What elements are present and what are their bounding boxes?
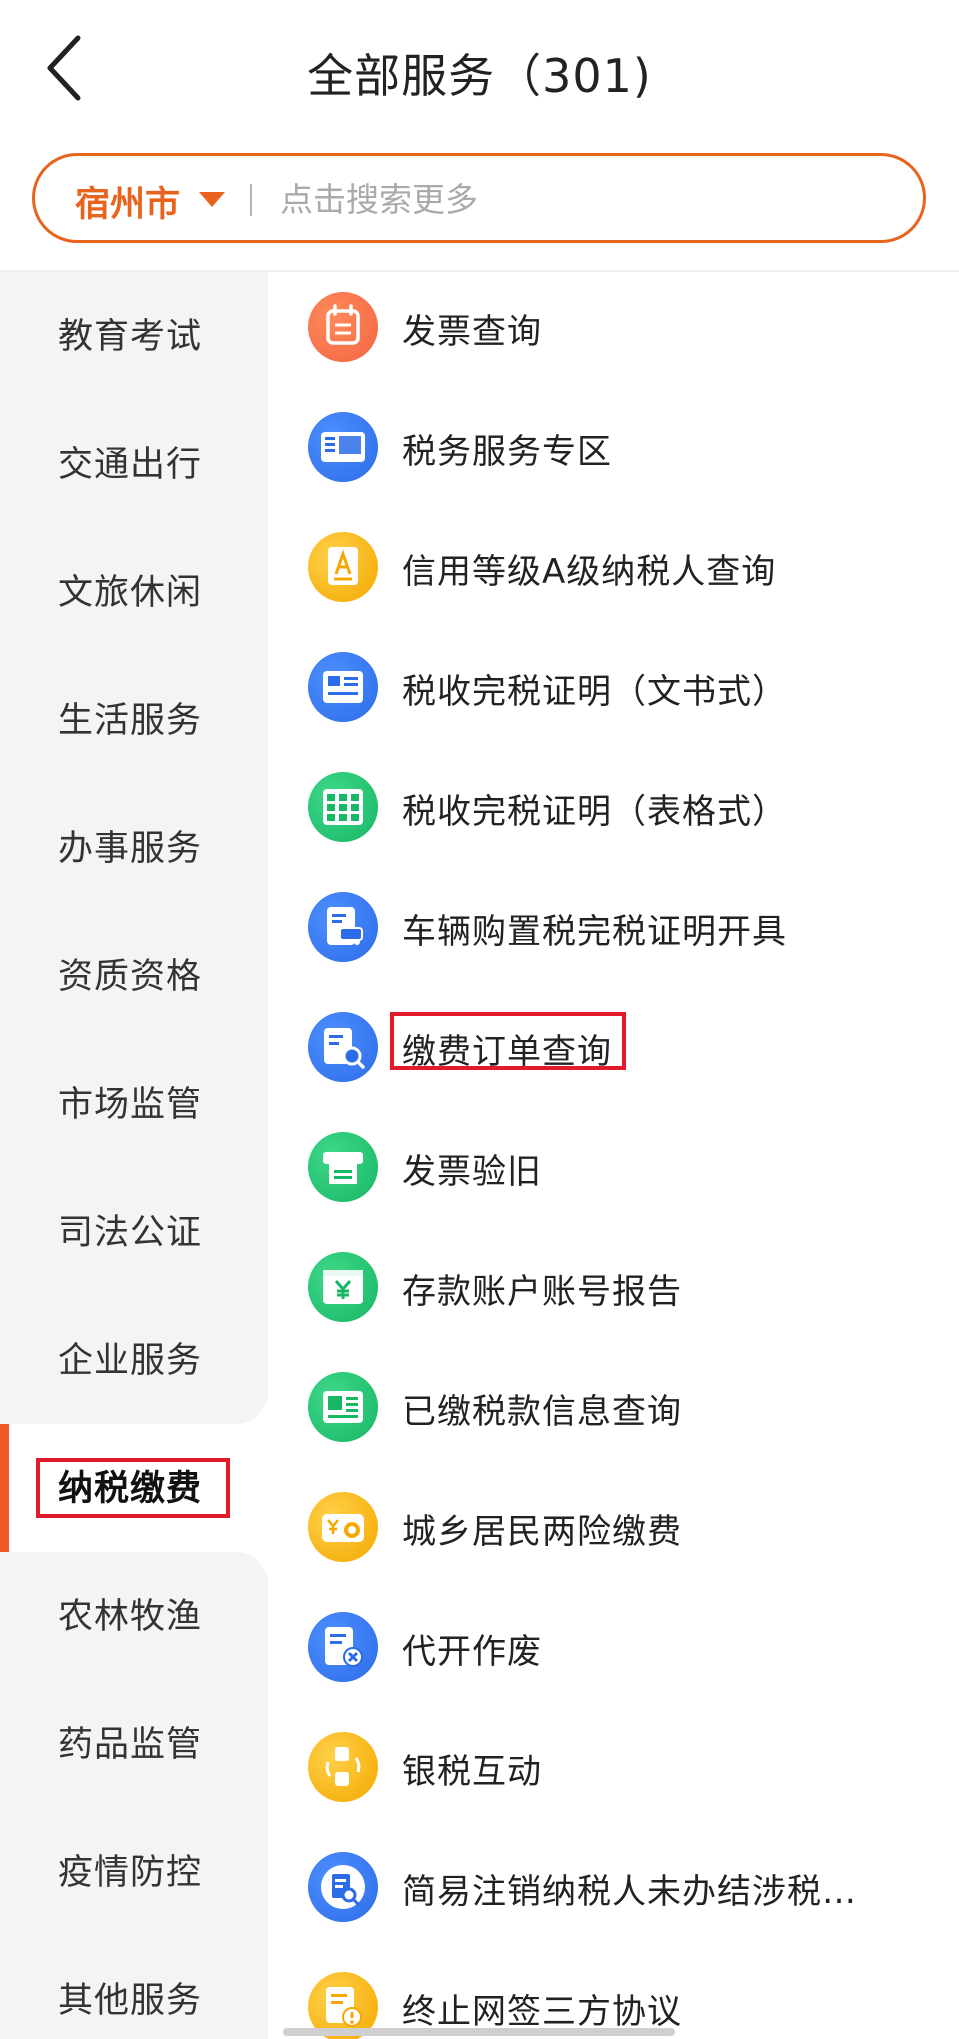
- sidebar-item-agriculture[interactable]: 农林牧渔: [0, 1552, 268, 1680]
- sidebar-item-label: 教育考试: [58, 317, 203, 357]
- sidebar-item-drug-supervision[interactable]: 药品监管: [0, 1680, 268, 1808]
- service-void-issued-invoice[interactable]: 代开作废: [268, 1592, 959, 1712]
- service-label: 城乡居民两险缴费: [402, 1512, 682, 1552]
- sidebar-item-label: 药品监管: [58, 1725, 203, 1765]
- highlight-box: [390, 1012, 626, 1070]
- sidebar-item-label: 文旅休闲: [58, 573, 203, 613]
- service-label: 车辆购置税完税证明开具: [402, 912, 787, 952]
- calendar-icon: [308, 292, 378, 362]
- service-label: 发票查询: [402, 312, 542, 352]
- service-vehicle-purchase-tax[interactable]: 车辆购置税完税证明开具: [268, 872, 959, 992]
- caret-down-icon[interactable]: [199, 192, 225, 207]
- header: 全部服务（301): [0, 0, 959, 140]
- service-invoice-query[interactable]: 发票查询: [268, 272, 959, 392]
- sidebar-item-enterprise[interactable]: 企业服务: [0, 1296, 268, 1424]
- service-label: 税务服务专区: [402, 432, 612, 472]
- sidebar-item-label: 企业服务: [58, 1341, 203, 1381]
- service-paid-tax-query[interactable]: 已缴税款信息查询: [268, 1352, 959, 1472]
- deregister-search-icon: [308, 1852, 378, 1922]
- sidebar-item-affairs[interactable]: 办事服务: [0, 784, 268, 912]
- tax-table-icon: [308, 772, 378, 842]
- service-label: 终止网签三方协议: [402, 1992, 682, 2032]
- search-separator: [250, 184, 252, 216]
- sidebar-item-other-services[interactable]: 其他服务: [0, 1936, 268, 2039]
- sidebar-item-life-services[interactable]: 生活服务: [0, 656, 268, 784]
- tax-certificate-icon: [308, 652, 378, 722]
- a-grade-icon: [308, 532, 378, 602]
- sidebar-item-label: 资质资格: [58, 957, 203, 997]
- service-list: 发票查询 税务服务专区 信用等级A级纳税人查询 税收完税证明（文书式） 税收完税…: [268, 272, 959, 2039]
- sidebar-item-label: 市场监管: [58, 1085, 203, 1125]
- active-indicator: [0, 1424, 9, 1552]
- service-tax-certificate-document[interactable]: 税收完税证明（文书式）: [268, 632, 959, 752]
- sidebar-item-transport[interactable]: 交通出行: [0, 400, 268, 528]
- service-label: 存款账户账号报告: [402, 1272, 682, 1312]
- corner-decoration: [236, 1392, 268, 1424]
- tax-card-icon: [308, 412, 378, 482]
- void-document-icon: [308, 1612, 378, 1682]
- home-indicator[interactable]: [283, 2028, 675, 2036]
- yuan-account-icon: [308, 1252, 378, 1322]
- service-deposit-account-report[interactable]: 存款账户账号报告: [268, 1232, 959, 1352]
- page-title: 全部服务（301): [307, 49, 652, 103]
- city-selector[interactable]: 宿州市: [75, 176, 180, 227]
- service-label: 发票验旧: [402, 1152, 542, 1192]
- sidebar-item-label: 办事服务: [58, 829, 203, 869]
- sidebar-item-education[interactable]: 教育考试: [0, 272, 268, 400]
- printer-icon: [308, 1132, 378, 1202]
- service-label: 银税互动: [402, 1752, 542, 1792]
- service-bank-tax-interaction[interactable]: 银税互动: [268, 1712, 959, 1832]
- service-label: 代开作废: [402, 1632, 542, 1672]
- service-payment-order-query[interactable]: 缴费订单查询: [268, 992, 959, 1112]
- sidebar-item-tax-payment[interactable]: 纳税缴费: [0, 1424, 268, 1552]
- service-terminate-tripartite-agreement[interactable]: 终止网签三方协议: [268, 1952, 959, 2039]
- sidebar-item-market-supervision[interactable]: 市场监管: [0, 1040, 268, 1168]
- corner-decoration: [236, 1552, 268, 1584]
- sidebar-item-epidemic-control[interactable]: 疫情防控: [0, 1808, 268, 1936]
- sidebar-item-judicial-notary[interactable]: 司法公证: [0, 1168, 268, 1296]
- service-label: 已缴税款信息查询: [402, 1392, 682, 1432]
- service-label: 税收完税证明（表格式）: [402, 792, 787, 832]
- insurance-wallet-icon: [308, 1492, 378, 1562]
- sidebar-item-label: 疫情防控: [58, 1853, 203, 1893]
- bank-tax-exchange-icon: [308, 1732, 378, 1802]
- sidebar-item-label: 农林牧渔: [58, 1597, 203, 1637]
- service-label: 简易注销纳税人未办结涉税…: [402, 1872, 857, 1912]
- service-tax-certificate-table[interactable]: 税收完税证明（表格式）: [268, 752, 959, 872]
- service-simple-deregistration[interactable]: 简易注销纳税人未办结涉税…: [268, 1832, 959, 1952]
- corner-decoration: [236, 1552, 268, 1584]
- sidebar-item-label: 其他服务: [58, 1981, 203, 2021]
- sidebar-item-label: 司法公证: [58, 1213, 203, 1253]
- service-label: 税收完税证明（文书式）: [402, 672, 787, 712]
- sidebar-item-culture-tourism[interactable]: 文旅休闲: [0, 528, 268, 656]
- paid-tax-icon: [308, 1372, 378, 1442]
- category-sidebar: 教育考试 交通出行 文旅休闲 生活服务 办事服务 资质资格 市场监管 司法公证 …: [0, 272, 268, 2039]
- sidebar-item-qualifications[interactable]: 资质资格: [0, 912, 268, 1040]
- search-bar[interactable]: 宿州市: [32, 153, 926, 243]
- service-invoice-verification[interactable]: 发票验旧: [268, 1112, 959, 1232]
- sidebar-item-label: 纳税缴费: [58, 1469, 203, 1509]
- sidebar-item-label: 交通出行: [58, 445, 203, 485]
- service-tax-zone[interactable]: 税务服务专区: [268, 392, 959, 512]
- service-a-grade-taxpayer[interactable]: 信用等级A级纳税人查询: [268, 512, 959, 632]
- order-search-icon: [308, 1012, 378, 1082]
- sidebar-item-label: 生活服务: [58, 701, 203, 741]
- vehicle-tax-icon: [308, 892, 378, 962]
- corner-decoration: [236, 1392, 268, 1424]
- search-input[interactable]: [280, 174, 880, 224]
- service-resident-insurance-payment[interactable]: 城乡居民两险缴费: [268, 1472, 959, 1592]
- service-label: 信用等级A级纳税人查询: [402, 552, 777, 592]
